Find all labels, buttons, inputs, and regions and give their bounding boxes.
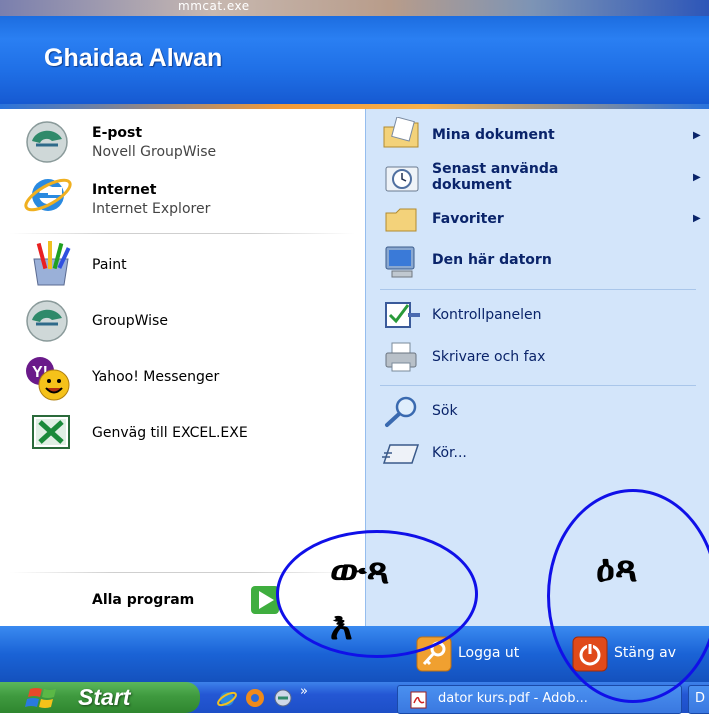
right-item-label: Sök [432, 403, 458, 419]
pdf-icon [410, 691, 427, 709]
annotation-text-left-line1: ውጻ [330, 548, 390, 592]
internet-explorer-icon [24, 178, 72, 212]
folder-documents-icon [383, 117, 419, 148]
recent-item-label: Genväg till EXCEL.EXE [92, 425, 248, 441]
taskbar-task-label: dator kurs.pdf - Adob... [438, 691, 588, 706]
annotation-oval-right [547, 489, 709, 703]
recent-item-excel[interactable]: Genväg till EXCEL.EXE [0, 407, 365, 461]
computer-icon [385, 246, 415, 278]
printer-icon [385, 342, 417, 372]
quicklaunch-groupwise-icon[interactable] [272, 688, 294, 708]
window-title-text: mmcat.exe [178, 0, 250, 13]
taskbar-task-next-label: D [695, 691, 706, 706]
quicklaunch-ie-icon[interactable] [216, 688, 238, 708]
right-separator [380, 289, 696, 290]
excel-icon [32, 415, 70, 449]
yahoo-messenger-icon: Y! [26, 357, 70, 401]
search-icon [385, 396, 417, 427]
annotation-text-left-line2: እ [330, 604, 353, 648]
logoff-label: Logga ut [458, 645, 520, 661]
recent-item-label: Paint [92, 257, 127, 273]
right-item-my-computer[interactable]: Den här datorn [366, 241, 709, 281]
right-item-favorites[interactable]: Favoriter ▶ [366, 201, 709, 237]
pinned-item-title: E-post [92, 125, 143, 141]
annotation-text-right: ዕጻ [596, 546, 638, 590]
recent-item-label: Yahoo! Messenger [92, 369, 220, 385]
right-item-control-panel[interactable]: Kontrollpanelen [366, 295, 709, 335]
recent-item-yahoo-messenger[interactable]: Y! Yahoo! Messenger [0, 351, 365, 405]
pinned-item-subtitle: Novell GroupWise [92, 144, 217, 160]
all-programs-button[interactable]: Alla program [70, 581, 290, 621]
pinned-separator [10, 233, 355, 234]
pinned-item-subtitle: Internet Explorer [92, 201, 211, 217]
control-panel-icon [385, 302, 420, 328]
folder-icon [385, 208, 417, 232]
right-separator [380, 385, 696, 386]
user-name: Ghaidaa Alwan [44, 44, 223, 72]
pinned-item-title: Internet [92, 182, 157, 198]
submenu-arrow-icon: ▶ [693, 130, 701, 141]
paint-icon [33, 241, 71, 286]
right-item-label: Favoriter [432, 211, 504, 227]
right-item-printers-faxes[interactable]: Skrivare och fax [366, 337, 709, 377]
run-icon [382, 444, 420, 464]
submenu-arrow-icon: ▶ [693, 213, 701, 224]
quicklaunch-media-icon[interactable] [244, 688, 266, 708]
right-item-search[interactable]: Sök [366, 391, 709, 431]
right-item-my-documents[interactable]: Mina dokument ▶ [366, 115, 709, 153]
right-item-label: Den här datorn [432, 252, 552, 268]
groupwise-icon [26, 300, 68, 342]
pinned-item-email[interactable]: E-post Novell GroupWise [0, 109, 365, 165]
recent-item-groupwise[interactable]: GroupWise [0, 295, 365, 349]
groupwise-icon [26, 121, 68, 163]
start-label: Start [78, 684, 131, 710]
recent-item-label: GroupWise [92, 313, 168, 329]
all-programs-label: Alla program [92, 592, 195, 608]
recent-documents-icon [385, 166, 419, 192]
windows-logo-icon [25, 688, 56, 708]
taskbar-task-next[interactable]: D [688, 685, 709, 714]
right-item-label: Senast använda dokument [432, 161, 559, 193]
right-item-label: Mina dokument [432, 127, 555, 143]
right-item-label: Kontrollpanelen [432, 307, 542, 323]
right-item-run[interactable]: Kör... [366, 433, 709, 473]
recent-item-paint[interactable]: Paint [0, 239, 365, 293]
right-item-label: Kör... [432, 445, 467, 461]
window-title-strip [0, 0, 709, 16]
pinned-item-internet[interactable]: Internet Internet Explorer [0, 167, 365, 223]
right-item-label: Skrivare och fax [432, 349, 546, 365]
quicklaunch-chevron-icon[interactable]: » [300, 684, 308, 699]
right-item-recent-documents[interactable]: Senast använda dokument ▶ [366, 155, 709, 199]
submenu-arrow-icon: ▶ [693, 172, 701, 183]
